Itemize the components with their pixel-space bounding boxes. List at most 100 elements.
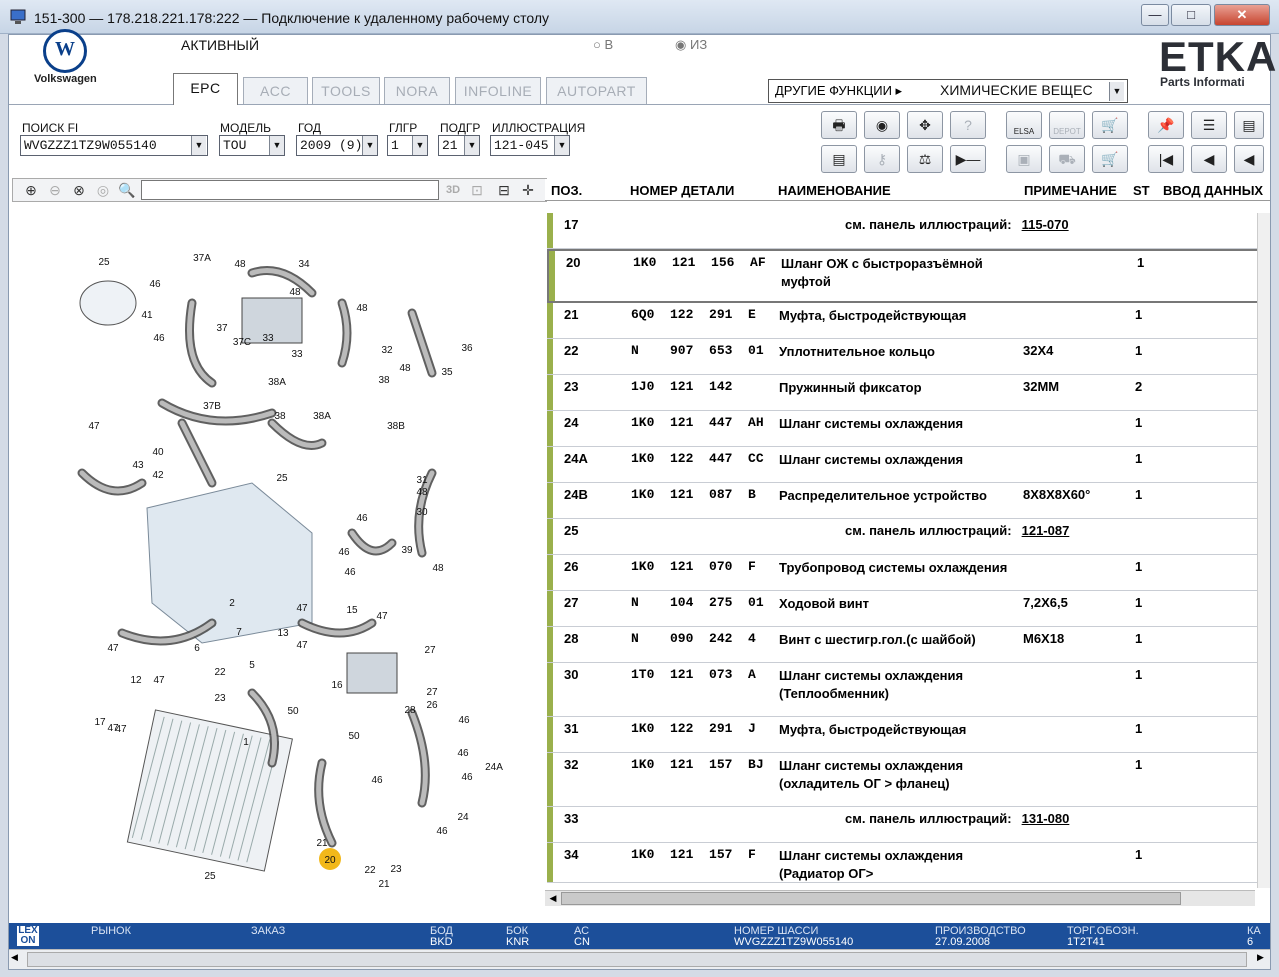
table-row[interactable]: 26 1K0 121 070 F Трубопровод системы охлаж… — [547, 555, 1259, 591]
chevron-down-icon[interactable]: ▼ — [464, 136, 479, 155]
callout-label: 48 — [356, 303, 368, 314]
disk-button[interactable]: ◉ — [864, 111, 900, 139]
tab-acc[interactable]: ACC — [243, 77, 308, 104]
table-row[interactable]: 23 1J0 121 142 Пружинный фиксатор 32MM 2 — [547, 375, 1259, 411]
scroll-left-icon[interactable]: ◀ — [545, 891, 561, 906]
table-row[interactable]: 21 6Q0 122 291 E Муфта, быстродействующая 1 — [547, 303, 1259, 339]
part-qty: 2 — [1135, 379, 1143, 394]
window-hscrollbar[interactable]: ◀ ▶ — [9, 949, 1270, 969]
tab-tools[interactable]: TOOLS — [312, 77, 380, 104]
chevron-down-icon[interactable]: ▼ — [1109, 82, 1124, 101]
col-partno[interactable]: НОМЕР ДЕТАЛИ — [630, 183, 734, 198]
chevron-down-icon[interactable]: ▼ — [362, 136, 377, 155]
table-row[interactable]: 17 см. панель иллюстраций: 115-070 — [547, 213, 1259, 249]
3d-icon[interactable]: 3D — [442, 180, 464, 200]
tab-infoline[interactable]: INFOLINE — [455, 77, 541, 104]
other-functions[interactable]: ДРУГИЕ ФУНКЦИИ ▸ ХИМИЧЕСКИЕ ВЕЩЕС ▼ — [768, 79, 1128, 103]
part-note: 8X8X8X60° — [1023, 487, 1091, 502]
chevron-down-icon[interactable]: ▼ — [269, 136, 284, 155]
chassis-value: WVGZZZ1TZ9W055140 — [734, 936, 854, 948]
ref-link[interactable]: 121-087 — [1022, 523, 1070, 538]
table-row[interactable]: 24 1K0 121 447 AH Шланг системы охлаждения… — [547, 411, 1259, 447]
scale-button[interactable]: ⚖ — [907, 145, 943, 173]
grid-hscroll-thumb[interactable] — [561, 892, 1181, 905]
radio-in[interactable]: ○ В — [593, 37, 613, 52]
help-button[interactable]: ? — [950, 111, 986, 139]
table-row[interactable]: 20 1K0 121 156 AF Шланг ОЖ с быстроразъёмн… — [547, 249, 1259, 303]
back-button[interactable]: ◀ — [1234, 145, 1264, 173]
play-next-button[interactable]: ▶— — [950, 145, 986, 173]
illustration-ref: см. панель иллюстраций: 131-080 — [845, 811, 1069, 826]
zoom-100-icon[interactable]: ◎ — [92, 180, 114, 200]
prev-page-button[interactable]: ◀ — [1191, 145, 1227, 173]
radio-out-label: ИЗ — [689, 37, 708, 52]
chevron-down-icon[interactable]: ▼ — [191, 136, 206, 155]
table-row[interactable]: 31 1K0 122 291 J Муфта, быстродействующая 1 — [547, 717, 1259, 753]
print-button[interactable]: 🖶 — [821, 111, 857, 139]
row-marker — [547, 627, 553, 662]
lex-badge[interactable]: LEX ON — [17, 926, 39, 946]
zoom-fit-icon[interactable]: ⊗ — [68, 180, 90, 200]
table-row[interactable]: 22 N 907 653 01 Уплотнительное кольцо 32X4 1 — [547, 339, 1259, 375]
ref-link[interactable]: 131-080 — [1022, 811, 1070, 826]
page-list-button[interactable]: ☰ — [1191, 111, 1227, 139]
col-pos[interactable]: ПОЗ. — [551, 183, 582, 198]
table-row[interactable]: 24A 1K0 122 447 CC Шланг системы охлаждени… — [547, 447, 1259, 483]
close-button[interactable]: ✕ — [1214, 4, 1270, 26]
cart-button[interactable]: 🛒 — [1092, 111, 1128, 139]
maximize-button[interactable]: □ — [1171, 4, 1211, 26]
grid-vscrollbar[interactable] — [1257, 213, 1270, 888]
table-row[interactable]: 24B 1K0 121 087 B Распределительное устрой… — [547, 483, 1259, 519]
tab-epc[interactable]: EPC — [173, 73, 238, 105]
table-row[interactable]: 30 1T0 121 073 A Шланг системы охлаждения … — [547, 663, 1259, 717]
tab-nora[interactable]: NORA — [384, 77, 450, 104]
elsa-button[interactable]: ELSA — [1006, 111, 1042, 139]
part-qty: 1 — [1135, 487, 1143, 502]
callout-label: 43 — [132, 460, 144, 471]
split-view-icon[interactable]: ⊟ — [493, 180, 515, 200]
callout-label: 47 — [107, 643, 119, 654]
table-row[interactable]: 32 1K0 121 157 BJ Шланг системы охлаждения… — [547, 753, 1259, 807]
basket-button[interactable]: ⛟ — [1049, 145, 1085, 173]
ref-link[interactable]: 115-070 — [1022, 217, 1069, 232]
radio-out[interactable]: ◉ ИЗ — [675, 37, 707, 53]
pin-button[interactable]: 📌 — [1148, 111, 1184, 139]
sequence-icon[interactable]: ⊡ — [466, 180, 488, 200]
add-to-cart-button[interactable]: 🛒 — [1092, 145, 1128, 173]
col-name[interactable]: НАИМЕНОВАНИЕ — [778, 183, 891, 198]
computer-button[interactable]: ▣ — [1006, 145, 1042, 173]
search-input[interactable] — [141, 180, 439, 200]
other-functions-select[interactable]: ХИМИЧЕСКИЕ ВЕЩЕС — [937, 81, 1127, 102]
table-row[interactable]: 25 см. панель иллюстраций: 121-087 — [547, 519, 1259, 555]
scroll-left-icon[interactable]: ◀ — [11, 952, 18, 963]
resize-icon[interactable]: ✛ — [517, 180, 539, 200]
search-icon[interactable]: 🔍 — [116, 180, 138, 200]
zoom-in-icon[interactable]: ⊕ — [20, 180, 42, 200]
tab-autopart[interactable]: AUTOPART — [546, 77, 647, 104]
col-st[interactable]: ST — [1133, 183, 1150, 198]
scroll-right-icon[interactable]: ▶ — [1257, 952, 1264, 963]
col-input[interactable]: ВВОД ДАННЫХ — [1163, 183, 1263, 198]
vw-logo: W — [43, 29, 87, 73]
illustration-panel[interactable]: 25 37A 48 34 46 41 48 48 37 46 36 33 37C 33 32 38A 48 35 3… — [12, 203, 545, 923]
col-note[interactable]: ПРИМЕЧАНИЕ — [1024, 183, 1117, 198]
document-button[interactable]: ▤ — [1234, 111, 1264, 139]
table-row[interactable]: 33 см. панель иллюстраций: 131-080 — [547, 807, 1259, 843]
chevron-down-icon[interactable]: ▼ — [412, 136, 427, 155]
callout-label: 33 — [262, 333, 274, 344]
zoom-out-icon[interactable]: ⊖ — [44, 180, 66, 200]
minimize-button[interactable]: — — [1141, 4, 1169, 26]
chevron-down-icon[interactable]: ▼ — [554, 136, 569, 155]
table-row[interactable]: 34 1K0 121 157 F Шланг системы охлаждения … — [547, 843, 1259, 883]
depot-button[interactable]: DEPOT — [1049, 111, 1085, 139]
row-marker — [547, 303, 553, 338]
key-button[interactable]: ⚷ — [864, 145, 900, 173]
table-row[interactable]: 27 N 104 275 01 Ходовой винт 7,2X6,5 1 — [547, 591, 1259, 627]
window-hscroll-thumb[interactable] — [27, 952, 1247, 967]
list-button[interactable]: ▤ — [821, 145, 857, 173]
grid-hscrollbar[interactable]: ◀ — [545, 890, 1255, 906]
first-page-button[interactable]: |◀ — [1148, 145, 1184, 173]
table-row[interactable]: 28 N 090 242 4 Винт с шестигр.гол.(с шайбо… — [547, 627, 1259, 663]
handshake-button[interactable]: ✥ — [907, 111, 943, 139]
fi-input[interactable]: WVGZZZ1TZ9W055140 — [20, 135, 208, 156]
